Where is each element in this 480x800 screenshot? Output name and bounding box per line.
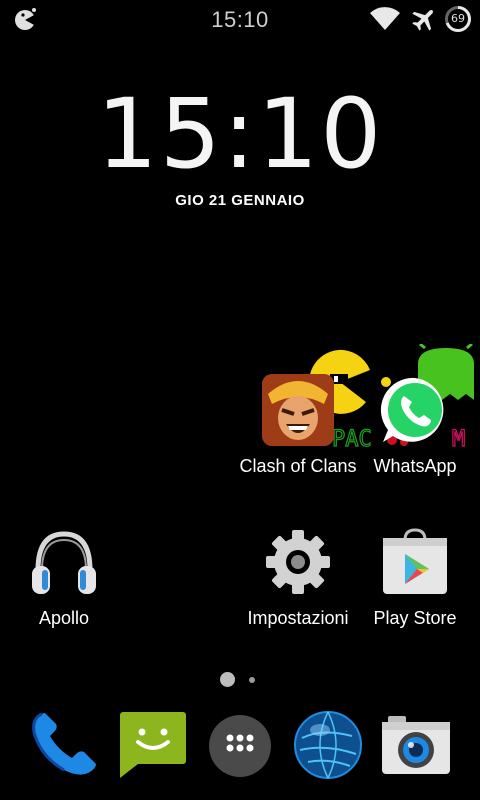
status-bar[interactable]: 15:10 69 — [0, 0, 480, 38]
clock-widget-time[interactable]: 15:10 — [0, 78, 480, 190]
dock-browser[interactable] — [292, 708, 364, 780]
dock-messaging[interactable] — [118, 708, 190, 780]
app-label: Clash of Clans — [239, 456, 357, 476]
app-label: Apollo — [38, 608, 90, 628]
dock-app-drawer[interactable] — [204, 708, 276, 780]
home-screen: 15:10 69 15:10 GIO 21 GENNAIO PAC M Clas… — [0, 0, 480, 800]
battery-icon: 69 — [444, 5, 472, 33]
camera-icon — [382, 716, 450, 774]
app-impostazioni[interactable]: Impostazioni — [239, 526, 357, 629]
app-apollo[interactable]: Apollo — [5, 526, 123, 629]
app-drawer-icon — [209, 715, 271, 777]
page-indicator[interactable] — [0, 672, 480, 688]
app-whatsapp[interactable]: WhatsApp — [356, 374, 474, 477]
settings-gear-icon — [262, 526, 334, 598]
app-play-store[interactable]: Play Store — [356, 526, 474, 629]
battery-level: 69 — [451, 12, 465, 25]
browser-globe-icon — [294, 711, 362, 779]
page-dot-active — [220, 672, 235, 687]
phone-icon — [32, 712, 96, 775]
app-clash-of-clans[interactable]: Clash of Clans — [239, 374, 357, 477]
wifi-icon — [370, 7, 400, 30]
messaging-icon — [120, 712, 186, 778]
dock-camera[interactable] — [380, 708, 452, 780]
app-label: WhatsApp — [373, 456, 457, 476]
clash-of-clans-icon — [262, 374, 334, 446]
page-dot — [249, 677, 255, 683]
whatsapp-icon — [379, 374, 451, 446]
dock-phone[interactable] — [28, 708, 100, 780]
headphones-icon — [28, 526, 100, 598]
play-store-icon — [379, 526, 451, 598]
clock-widget-date: GIO 21 GENNAIO — [175, 192, 305, 209]
app-label: Play Store — [373, 608, 457, 628]
status-bar-time: 15:10 — [211, 7, 269, 32]
app-label: Impostazioni — [247, 608, 349, 628]
airplane-mode-icon — [412, 9, 434, 31]
